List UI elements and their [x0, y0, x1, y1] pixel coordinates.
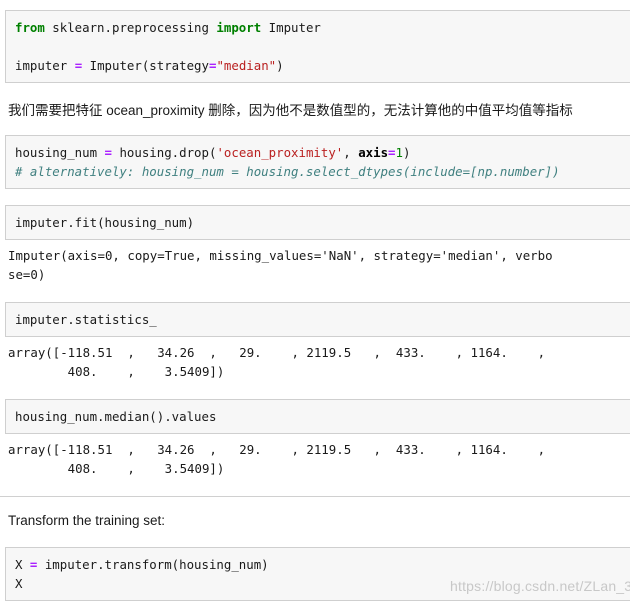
code-token: # alternatively: housing_num = housing.s…: [15, 164, 560, 179]
code-token: X: [15, 557, 30, 572]
code-token: =: [104, 145, 112, 160]
code-token: axis: [358, 145, 389, 160]
code-token: imputer.fit: [15, 215, 98, 230]
code-token: ,: [343, 145, 359, 160]
code-cell-input[interactable]: X = imputer.transform(housing_num) X: [5, 547, 630, 601]
code-token: housing_num.median().values: [15, 409, 217, 424]
code-cell-input[interactable]: imputer.statistics_: [5, 302, 630, 337]
code-token: import: [216, 20, 262, 35]
markdown-paragraph-transform: Transform the training set:: [8, 513, 166, 528]
code-token: housing.drop(: [112, 145, 217, 160]
code-token: X: [15, 576, 23, 591]
code-cell-input[interactable]: from sklearn.preprocessing import Impute…: [5, 10, 630, 83]
code-cell-input[interactable]: imputer.fit(housing_num): [5, 205, 630, 240]
code-token: Imputer(strategy: [82, 58, 209, 73]
notebook-container: from sklearn.preprocessing import Impute…: [0, 0, 630, 610]
markdown-paragraph-chinese: 我们需要把特征 ocean_proximity 删除，因为他不是数值型的，无法计…: [8, 103, 573, 118]
code-token: =: [388, 145, 396, 160]
code-token: imputer.transform(housing_num): [37, 557, 269, 572]
code-token: imputer: [15, 58, 75, 73]
code-token: (housing_num): [97, 215, 195, 230]
code-cell-output: Imputer(axis=0, copy=True, missing_value…: [8, 248, 553, 282]
code-token: housing_num: [15, 145, 105, 160]
code-cell-input[interactable]: housing_num = housing.drop('ocean_proxim…: [5, 135, 630, 189]
code-token: sklearn.preprocessing: [44, 20, 217, 35]
code-cell-output: array([-118.51 , 34.26 , 29. , 2119.5 , …: [8, 442, 546, 476]
code-cell-input[interactable]: housing_num.median().values: [5, 399, 630, 434]
code-token: "median": [216, 58, 277, 73]
code-token: 1: [395, 145, 403, 160]
code-cell-output: array([-118.51 , 34.26 , 29. , 2119.5 , …: [8, 345, 546, 379]
code-token: ): [402, 145, 411, 160]
code-token: from: [15, 20, 45, 35]
code-token: imputer.statistics_: [15, 312, 157, 327]
code-cell-output: array([[-121.89 , 37.29 , 38. , ..., 710…: [8, 601, 630, 610]
code-token: Imputer: [261, 20, 321, 35]
code-token: ): [276, 58, 284, 73]
code-token: 'ocean_proximity': [216, 145, 344, 160]
